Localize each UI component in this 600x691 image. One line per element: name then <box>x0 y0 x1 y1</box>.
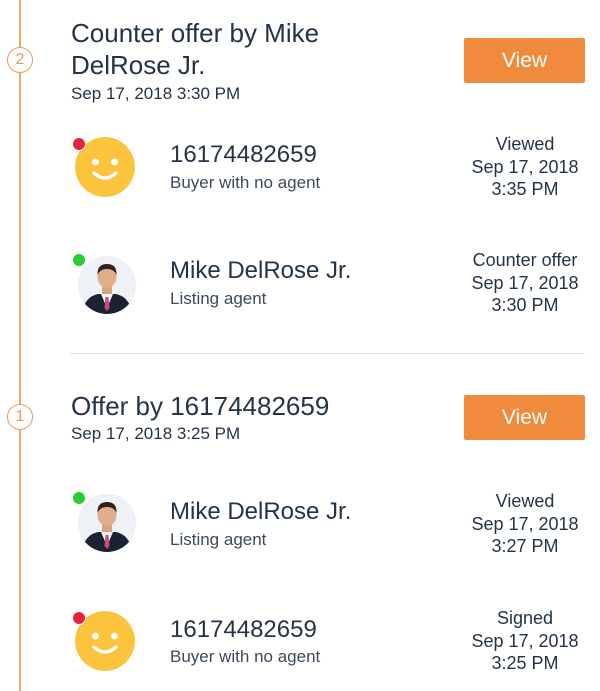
party-status: Viewed Sep 17, 2018 3:35 PM <box>450 133 600 201</box>
status-date: Sep 17, 2018 <box>471 513 579 534</box>
agent-photo <box>78 256 136 314</box>
party-status: Viewed Sep 17, 2018 3:27 PM <box>450 490 600 558</box>
party-name: Mike DelRose Jr. <box>170 257 352 284</box>
status-date: Sep 17, 2018 <box>471 630 579 651</box>
avatar <box>72 250 138 316</box>
status-date: Sep 17, 2018 <box>471 272 579 293</box>
status-action: Viewed <box>495 491 555 511</box>
avatar <box>72 134 138 200</box>
status-time: 3:25 PM <box>491 653 559 673</box>
party-role: Buyer with no agent <box>170 173 321 192</box>
step-marker: 1 <box>7 404 33 430</box>
party-status: Counter offer Sep 17, 2018 3:30 PM <box>450 249 600 317</box>
offer-title: Counter offer by Mike DelRose Jr. <box>71 17 319 81</box>
offer-date: Sep 17, 2018 3:30 PM <box>71 84 241 103</box>
step-marker: 2 <box>7 47 33 73</box>
timeline-line <box>19 0 21 691</box>
status-time: 3:27 PM <box>491 536 559 556</box>
status-action: Viewed <box>495 134 555 154</box>
status-time: 3:30 PM <box>491 295 559 315</box>
section-divider <box>70 353 585 354</box>
view-offer-button[interactable]: View <box>464 395 585 440</box>
party-name: 16174482659 <box>170 141 317 168</box>
view-offer-button[interactable]: View <box>464 38 585 83</box>
status-date: Sep 17, 2018 <box>471 156 579 177</box>
party-name: Mike DelRose Jr. <box>170 498 352 525</box>
status-indicator-offline <box>72 137 86 151</box>
party-role: Listing agent <box>170 530 267 549</box>
avatar <box>72 488 138 554</box>
offer-title-line: Counter offer by Mike <box>71 18 320 48</box>
party-status: Signed Sep 17, 2018 3:25 PM <box>450 607 600 675</box>
status-indicator-online <box>72 491 86 505</box>
party-role: Listing agent <box>170 289 267 308</box>
party-name: 16174482659 <box>170 616 317 643</box>
party-role: Buyer with no agent <box>170 647 321 666</box>
status-indicator-online <box>72 253 86 267</box>
status-indicator-offline <box>72 611 86 625</box>
avatar <box>72 608 138 674</box>
offer-title-line: DelRose Jr. <box>71 50 206 80</box>
offer-date: Sep 17, 2018 3:25 PM <box>71 424 241 443</box>
agent-photo <box>78 494 136 552</box>
status-time: 3:35 PM <box>491 179 559 199</box>
offer-title: Offer by 16174482659 <box>71 391 330 421</box>
status-action: Signed <box>496 608 554 628</box>
status-action: Counter offer <box>472 250 578 270</box>
